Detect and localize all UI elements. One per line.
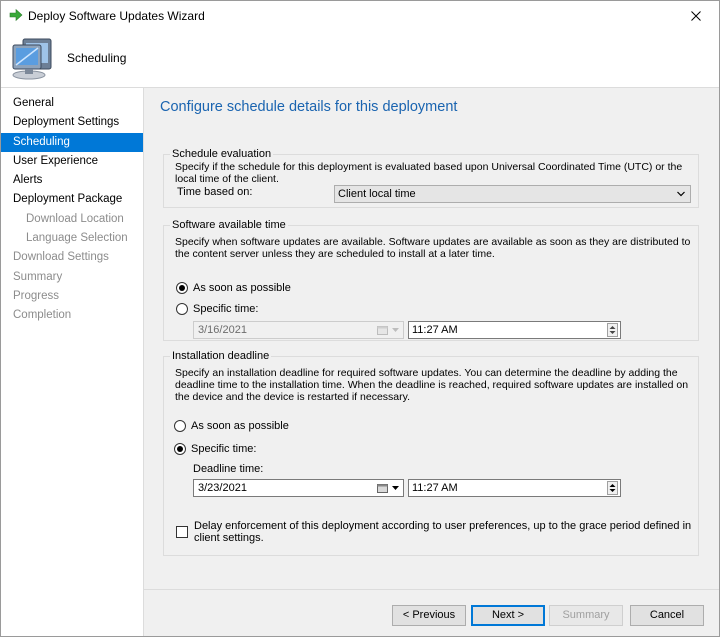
installation-deadline-legend: Installation deadline	[170, 350, 272, 362]
next-button[interactable]: Next >	[471, 605, 545, 626]
content-panel: Configure schedule details for this depl…	[144, 88, 719, 589]
deadline-date-picker[interactable]: 3/23/2021	[193, 479, 404, 497]
time-based-select[interactable]: Client local time	[334, 185, 691, 203]
available-specific-label: Specific time:	[193, 303, 259, 315]
software-available-legend: Software available time	[170, 219, 288, 231]
installation-deadline-group: Installation deadline Specify an install…	[163, 350, 699, 556]
deadline-asap-radio[interactable]	[174, 420, 186, 432]
nav-item-language-selection: Language Selection	[26, 232, 128, 244]
nav-item-deployment-settings[interactable]: Deployment Settings	[1, 113, 143, 132]
deadline-time-value: 11:27 AM	[412, 482, 458, 494]
available-asap-label: As soon as possible	[193, 282, 291, 294]
time-spinner[interactable]	[607, 481, 618, 495]
available-date-picker: 3/16/2021	[193, 321, 404, 339]
available-specific-option[interactable]: Specific time:	[176, 303, 258, 315]
spinner-arrows-icon	[609, 484, 616, 492]
available-asap-radio[interactable]	[176, 282, 188, 294]
close-icon	[691, 11, 701, 21]
schedule-evaluation-group: Schedule evaluation Specify if the sched…	[163, 148, 699, 208]
deadline-specific-radio[interactable]	[174, 443, 186, 455]
nav-item-summary: Summary	[13, 271, 63, 283]
nav-item-alerts[interactable]: Alerts	[1, 171, 143, 190]
schedule-evaluation-description: Specify if the schedule for this deploym…	[175, 161, 683, 185]
wizard-content: Configure schedule details for this depl…	[143, 88, 719, 636]
nav-item-scheduling[interactable]: Scheduling	[1, 133, 143, 152]
computer-icon	[12, 38, 52, 80]
time-based-label: Time based on:	[177, 186, 253, 198]
deadline-time-label: Deadline time:	[193, 463, 264, 475]
available-time-value: 11:27 AM	[412, 324, 458, 336]
nav-item-download-location: Download Location	[26, 213, 124, 225]
schedule-evaluation-legend: Schedule evaluation	[170, 148, 274, 160]
wizard-window: Deploy Software Updates Wizard Schedulin…	[0, 0, 720, 637]
software-available-group: Software available time Specify when sof…	[163, 219, 699, 341]
available-time-picker[interactable]: 11:27 AM	[408, 321, 621, 339]
wizard-nav: General Deployment Settings Scheduling U…	[1, 88, 143, 636]
nav-item-download-settings: Download Settings	[13, 251, 109, 263]
chevron-down-icon	[677, 191, 685, 197]
deadline-time-picker[interactable]: 11:27 AM	[408, 479, 621, 497]
wizard-arrow-icon	[9, 8, 23, 22]
available-asap-option[interactable]: As soon as possible	[176, 282, 291, 294]
installation-deadline-description: Specify an installation deadline for req…	[175, 367, 689, 403]
wizard-header: Scheduling	[1, 31, 719, 87]
nav-item-deployment-package[interactable]: Deployment Package	[1, 190, 143, 209]
software-available-description: Specify when software updates are availa…	[175, 236, 691, 260]
available-specific-radio[interactable]	[176, 303, 188, 315]
spinner-arrows-icon	[609, 326, 616, 334]
nav-item-completion: Completion	[13, 309, 72, 321]
footer-divider	[144, 589, 719, 590]
deadline-specific-label: Specific time:	[191, 443, 257, 455]
previous-button[interactable]: < Previous	[392, 605, 466, 626]
nav-item-progress: Progress	[13, 290, 60, 302]
cancel-button[interactable]: Cancel	[630, 605, 704, 626]
nav-item-user-experience[interactable]: User Experience	[1, 152, 143, 171]
window-title: Deploy Software Updates Wizard	[28, 9, 205, 23]
delay-enforcement-option[interactable]: Delay enforcement of this deployment acc…	[176, 520, 698, 544]
delay-enforcement-label: Delay enforcement of this deployment acc…	[194, 520, 692, 544]
deadline-asap-option[interactable]: As soon as possible	[174, 420, 289, 432]
title-bar: Deploy Software Updates Wizard	[1, 1, 719, 31]
nav-item-general[interactable]: General	[1, 94, 143, 113]
summary-button: Summary	[549, 605, 623, 626]
deadline-specific-option[interactable]: Specific time:	[174, 443, 256, 455]
page-heading: Configure schedule details for this depl…	[160, 99, 458, 115]
calendar-icon	[377, 326, 388, 335]
calendar-icon[interactable]	[377, 483, 388, 493]
dropdown-arrow-icon[interactable]	[391, 484, 400, 492]
deadline-asap-label: As soon as possible	[191, 420, 289, 432]
header-title: Scheduling	[67, 51, 127, 65]
delay-enforcement-checkbox[interactable]	[176, 526, 188, 538]
deadline-date-value: 3/23/2021	[198, 482, 247, 494]
time-based-value: Client local time	[338, 188, 416, 200]
close-button[interactable]	[673, 1, 719, 31]
time-spinner[interactable]	[607, 323, 618, 337]
dropdown-arrow-icon	[392, 328, 399, 332]
available-date-value: 3/16/2021	[198, 324, 247, 336]
